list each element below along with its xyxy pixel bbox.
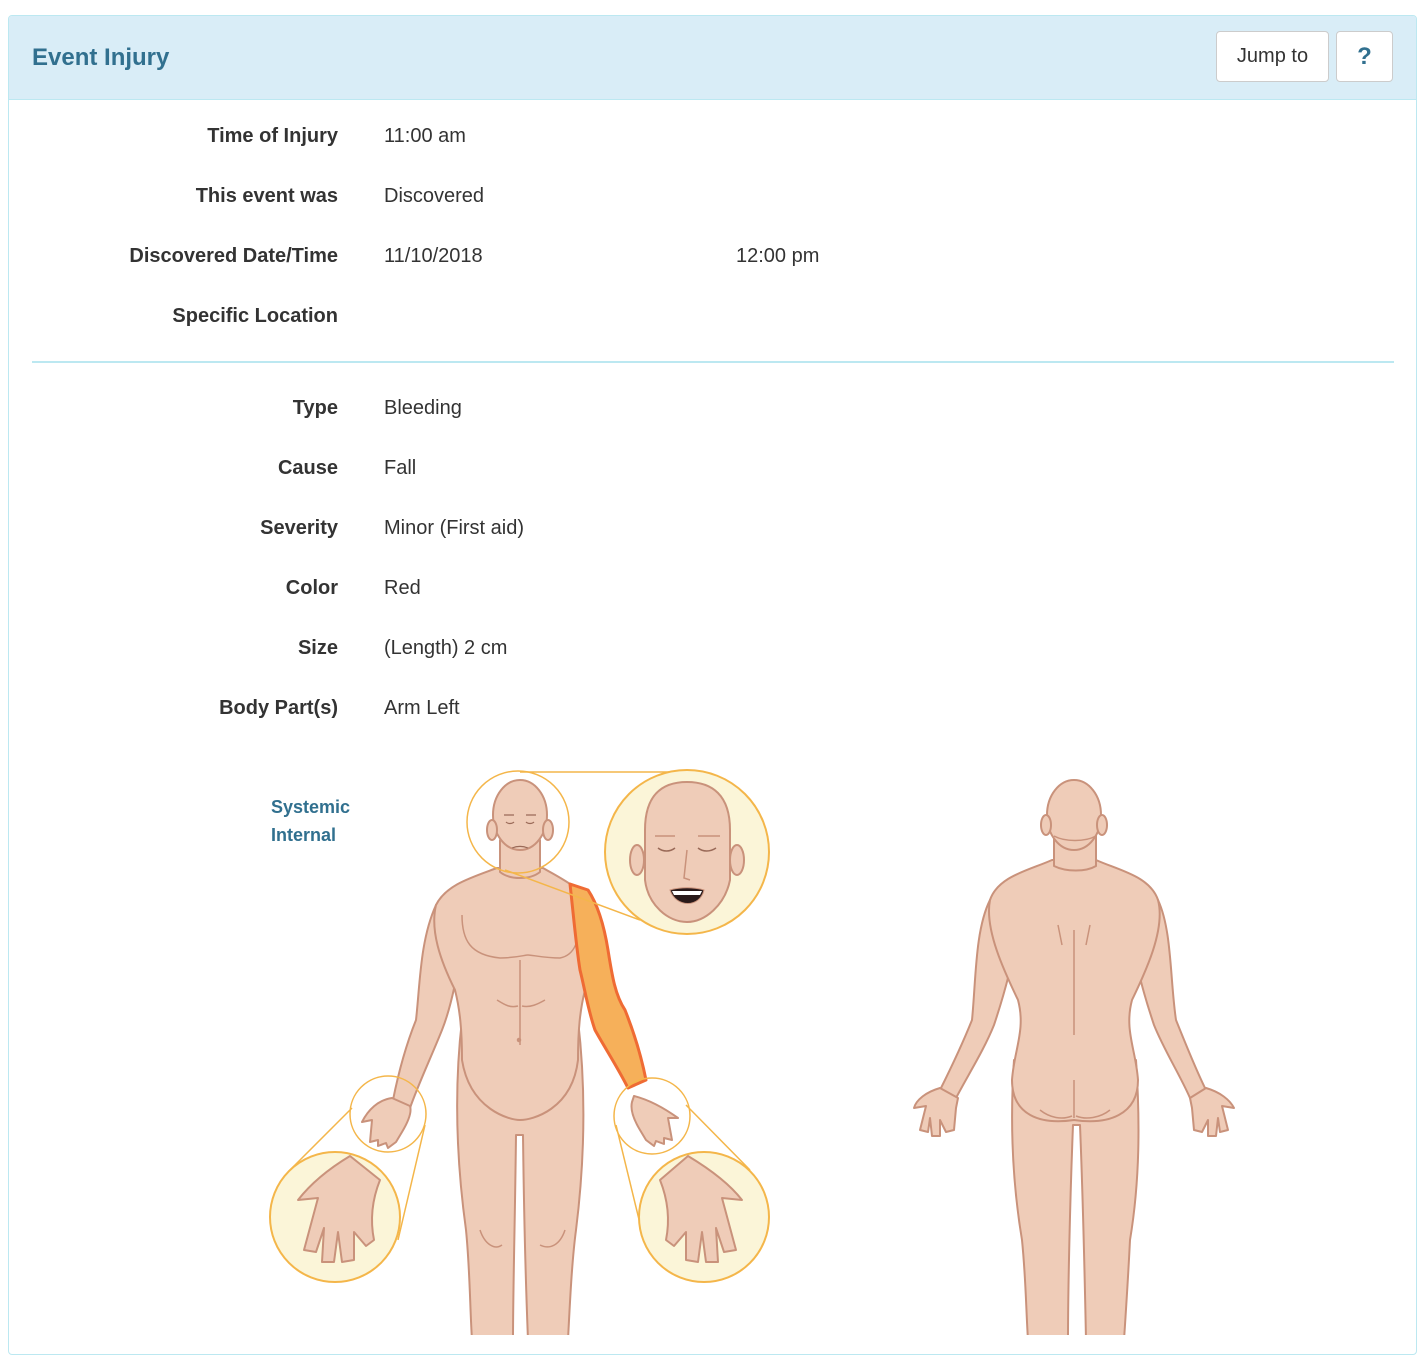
front-hand-left[interactable] (630, 1095, 679, 1147)
back-hand-left[interactable] (913, 1087, 959, 1137)
body-map (269, 769, 1235, 1335)
front-ear-left[interactable] (486, 819, 498, 841)
back-ear-right[interactable] (1096, 814, 1108, 836)
back-hand-right[interactable] (1189, 1087, 1235, 1137)
back-figure[interactable] (913, 779, 1235, 1335)
front-head[interactable] (492, 779, 548, 851)
front-ear-right[interactable] (542, 819, 554, 841)
front-hand-right[interactable] (361, 1097, 412, 1149)
back-head[interactable] (1046, 779, 1102, 851)
back-ear-left[interactable] (1040, 814, 1052, 836)
